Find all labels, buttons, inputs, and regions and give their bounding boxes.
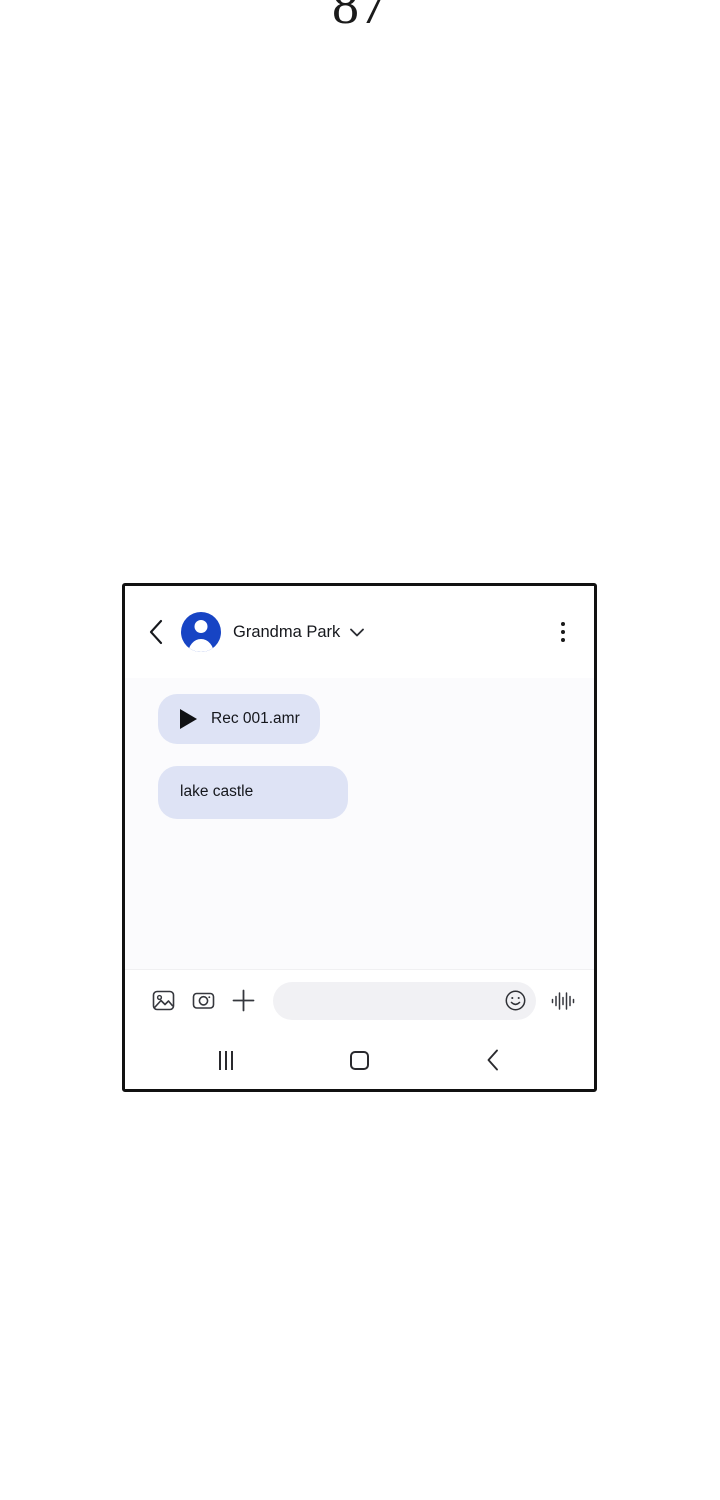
camera-icon xyxy=(192,992,214,1009)
kebab-dot xyxy=(561,630,565,634)
contact-dropdown-button[interactable] xyxy=(349,627,365,638)
phone-screen-frame: Grandma Park Rec 001.amr lake castle xyxy=(122,583,597,1092)
audio-filename: Rec 001.amr xyxy=(211,710,300,727)
play-triangle-icon[interactable] xyxy=(180,709,197,729)
voice-waveform-icon xyxy=(551,991,575,1010)
recents-button[interactable] xyxy=(201,1040,251,1080)
add-attachment-button[interactable] xyxy=(223,981,263,1021)
plus-icon xyxy=(232,989,254,1012)
kebab-dot xyxy=(561,622,565,626)
message-input-field[interactable] xyxy=(273,981,536,1020)
message-input-bar xyxy=(125,969,594,1031)
camera-button[interactable] xyxy=(183,981,223,1021)
message-text: lake castle xyxy=(180,783,254,800)
recents-bar xyxy=(218,1050,221,1070)
home-square-icon xyxy=(349,1050,369,1070)
system-back-button[interactable] xyxy=(468,1040,518,1080)
chat-header: Grandma Park xyxy=(125,586,594,678)
system-navigation-bar xyxy=(125,1031,594,1089)
emoji-button[interactable] xyxy=(502,988,528,1014)
kebab-dot xyxy=(561,638,565,642)
avatar-body-shape xyxy=(188,639,214,652)
recents-bar xyxy=(230,1050,233,1070)
smiley-face-icon xyxy=(505,990,525,1011)
gallery-button[interactable] xyxy=(143,981,183,1021)
avatar-head-shape xyxy=(194,620,208,633)
home-button[interactable] xyxy=(334,1040,384,1080)
clipped-top-number: 87 xyxy=(332,0,388,35)
message-bubble-text[interactable]: lake castle xyxy=(158,766,348,819)
back-button[interactable] xyxy=(141,617,171,647)
voice-record-button[interactable] xyxy=(546,984,580,1018)
back-chevron-icon xyxy=(487,1049,499,1071)
avatar[interactable] xyxy=(181,612,221,652)
message-bubble-audio[interactable]: Rec 001.amr xyxy=(158,694,320,744)
chevron-down-icon xyxy=(350,628,365,636)
more-options-button[interactable] xyxy=(550,617,576,647)
contact-name: Grandma Park xyxy=(233,622,341,641)
recents-bar xyxy=(224,1050,227,1070)
chevron-left-icon xyxy=(149,619,162,645)
recents-icon xyxy=(218,1050,233,1070)
conversation-thread: Rec 001.amr lake castle xyxy=(125,678,594,969)
image-gallery-icon xyxy=(152,990,174,1011)
